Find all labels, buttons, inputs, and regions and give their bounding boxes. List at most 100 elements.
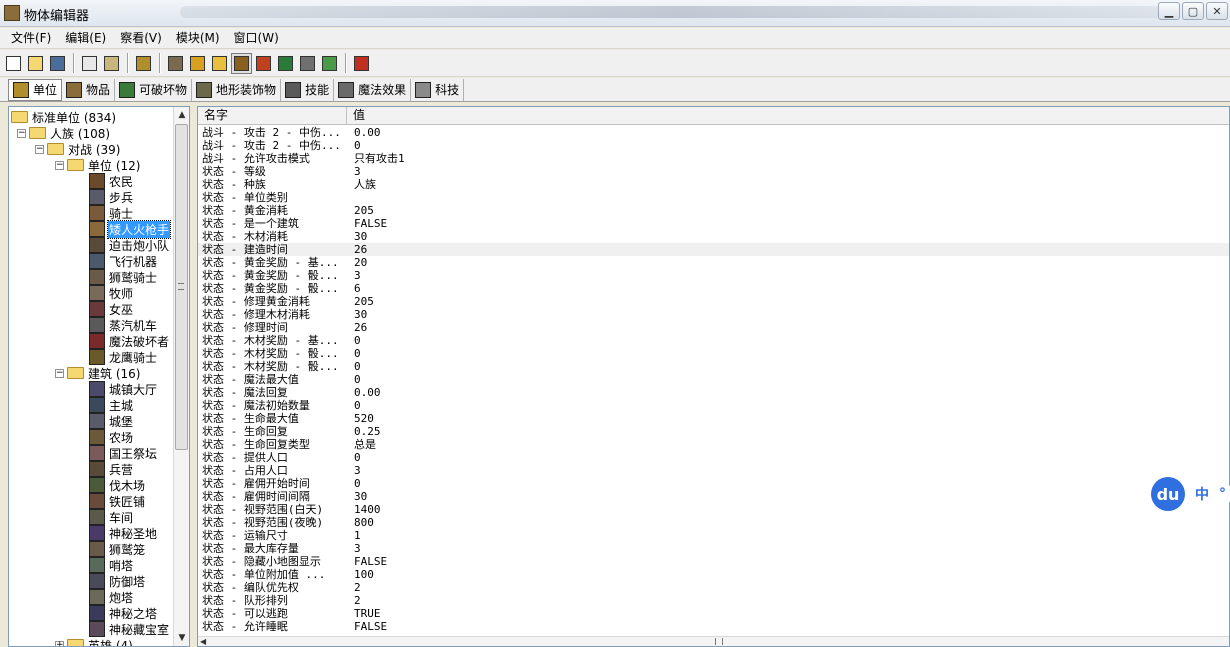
property-value[interactable]: FALSE [354, 555, 387, 568]
property-value[interactable]: 0.00 [354, 126, 381, 139]
property-value[interactable]: 0.25 [354, 425, 381, 438]
property-row[interactable]: 战斗 - 允许攻击模式 只有攻击1 [198, 152, 1229, 165]
property-row[interactable]: 状态 - 建造时间 26 [198, 243, 1229, 256]
property-value[interactable]: FALSE [354, 620, 387, 633]
building-item[interactable]: 城堡 [89, 413, 134, 429]
terrain-icon[interactable] [165, 53, 186, 74]
tab-buffs[interactable]: 魔法效果 [334, 78, 412, 101]
property-row[interactable]: 状态 - 木材消耗 30 [198, 230, 1229, 243]
building-item[interactable]: 铁匠铺 [89, 493, 146, 509]
property-row[interactable]: 状态 - 是一个建筑 FALSE [198, 217, 1229, 230]
property-value[interactable]: 0 [354, 373, 361, 386]
property-row[interactable]: 状态 - 魔法初始数量 0 [198, 399, 1229, 412]
building-item[interactable]: 国王祭坛 [89, 445, 158, 461]
property-row[interactable]: 战斗 - 攻击 2 - 中伤... 0.00 [198, 126, 1229, 139]
property-row[interactable]: 状态 - 木材奖励 - 基... 0 [198, 334, 1229, 347]
tab-destructibles[interactable]: 可破坏物 [115, 78, 193, 101]
new-file-icon[interactable] [3, 53, 24, 74]
property-row[interactable]: 状态 - 魔法回复 0.00 [198, 386, 1229, 399]
unit-item[interactable]: 农民 [89, 173, 134, 189]
save-icon[interactable] [47, 53, 68, 74]
building-item[interactable]: 炮塔 [89, 589, 134, 605]
import-icon[interactable] [275, 53, 296, 74]
unit-item[interactable]: 骑士 [89, 205, 134, 221]
property-row[interactable]: 状态 - 可以逃跑 TRUE [198, 607, 1229, 620]
property-row[interactable]: 状态 - 黄金消耗 205 [198, 204, 1229, 217]
property-value[interactable]: 520 [354, 412, 374, 425]
open-folder-icon[interactable] [25, 53, 46, 74]
unit-item[interactable]: 女巫 [89, 301, 134, 317]
property-value[interactable]: 人族 [354, 178, 376, 191]
property-row[interactable]: 状态 - 隐藏小地图显示 FALSE [198, 555, 1229, 568]
property-value[interactable]: 30 [354, 490, 367, 503]
collapse-icon[interactable]: − [55, 160, 64, 170]
building-item[interactable]: 车间 [89, 509, 134, 525]
property-value[interactable]: 1400 [354, 503, 381, 516]
validate-icon[interactable] [319, 53, 340, 74]
property-row[interactable]: 状态 - 黄金奖励 - 骰... 6 [198, 282, 1229, 295]
scroll-up-icon[interactable]: ▲ [174, 107, 189, 123]
unit-item[interactable]: 飞行机器 [89, 253, 158, 269]
unit-item[interactable]: 龙鹰骑士 [89, 349, 158, 365]
column-value-header[interactable]: 值 [347, 107, 1229, 125]
tab-items[interactable]: 物品 [62, 78, 116, 101]
unit-item[interactable]: 魔法破坏者 [89, 333, 170, 349]
tab-upgrades[interactable]: 科技 [411, 78, 465, 101]
unit-select-icon[interactable] [231, 52, 252, 74]
property-value[interactable]: 0 [354, 451, 361, 464]
building-item[interactable]: 防御塔 [89, 573, 146, 589]
menu-module[interactable]: 模块(M) [169, 29, 227, 48]
collapse-icon[interactable]: − [17, 128, 26, 138]
ime-widget[interactable]: du 中 ° [1151, 477, 1230, 511]
close-button[interactable]: ✕ [1206, 2, 1228, 20]
property-value[interactable]: 0 [354, 360, 361, 373]
property-value[interactable]: 0 [354, 477, 361, 490]
paste-icon[interactable] [101, 53, 122, 74]
building-item[interactable]: 神秘藏宝室 [89, 621, 170, 637]
menu-file[interactable]: 文件(F) [4, 29, 58, 48]
property-value[interactable]: 0 [354, 334, 361, 347]
property-value[interactable]: 0.00 [354, 386, 381, 399]
scroll-left-icon[interactable]: ◀ [200, 637, 206, 646]
property-value[interactable]: 3 [354, 165, 361, 178]
property-value[interactable]: 30 [354, 308, 367, 321]
object-tree[interactable]: 标准单位 (834) − 人族 (108) − 对战 (39) − 单位 (12… [8, 106, 190, 647]
menu-window[interactable]: 窗口(W) [227, 29, 286, 48]
tab-abilities[interactable]: 技能 [281, 78, 335, 101]
horizontal-scrollbar[interactable]: ◀ [198, 636, 1229, 646]
property-value[interactable]: 1 [354, 529, 361, 542]
tab-doodads[interactable]: 地形装饰物 [192, 78, 282, 101]
building-item[interactable]: 主城 [89, 397, 134, 413]
tree-scrollbar[interactable]: ▲ ▼ [173, 107, 189, 646]
menu-edit[interactable]: 编辑(E) [58, 29, 113, 48]
property-row[interactable]: 状态 - 提供人口 0 [198, 451, 1229, 464]
property-grid[interactable]: 名字 值 战斗 - 攻击 2 - 中伤... 0.00 战斗 - 攻击 2 - 中伤… [197, 106, 1230, 647]
unit-item[interactable]: 迫击炮小队 [89, 237, 170, 253]
property-row[interactable]: 状态 - 木材奖励 - 骰... 0 [198, 347, 1229, 360]
property-row[interactable]: 状态 - 黄金奖励 - 骰... 3 [198, 269, 1229, 282]
minimize-button[interactable]: ▁ [1158, 2, 1180, 20]
collapse-icon[interactable]: − [35, 144, 44, 154]
pane-splitter[interactable] [191, 106, 196, 647]
property-value[interactable]: 3 [354, 269, 361, 282]
unit-item[interactable]: 蒸汽机车 [89, 317, 158, 333]
property-value[interactable]: FALSE [354, 217, 387, 230]
property-value[interactable]: 2 [354, 594, 361, 607]
property-row[interactable]: 状态 - 魔法最大值 0 [198, 373, 1229, 386]
building-item[interactable]: 兵营 [89, 461, 134, 477]
property-row[interactable]: 状态 - 视野范围(夜晚) 800 [198, 516, 1229, 529]
property-value[interactable]: 总是 [354, 438, 376, 451]
property-row[interactable]: 状态 - 修理黄金消耗 205 [198, 295, 1229, 308]
property-value[interactable]: 2 [354, 581, 361, 594]
ime-mode[interactable]: 中 [1195, 484, 1209, 504]
property-row[interactable]: 状态 - 占用人口 3 [198, 464, 1229, 477]
building-item[interactable]: 城镇大厅 [89, 381, 158, 397]
menu-view[interactable]: 察看(V) [113, 29, 169, 48]
column-name-header[interactable]: 名字 [198, 107, 347, 125]
property-value[interactable]: 0 [354, 139, 361, 152]
property-value[interactable]: 30 [354, 230, 367, 243]
export-icon[interactable] [297, 53, 318, 74]
property-row[interactable]: 状态 - 单位类别 [198, 191, 1229, 204]
property-value[interactable]: 26 [354, 243, 367, 256]
property-row[interactable]: 状态 - 生命最大值 520 [198, 412, 1229, 425]
